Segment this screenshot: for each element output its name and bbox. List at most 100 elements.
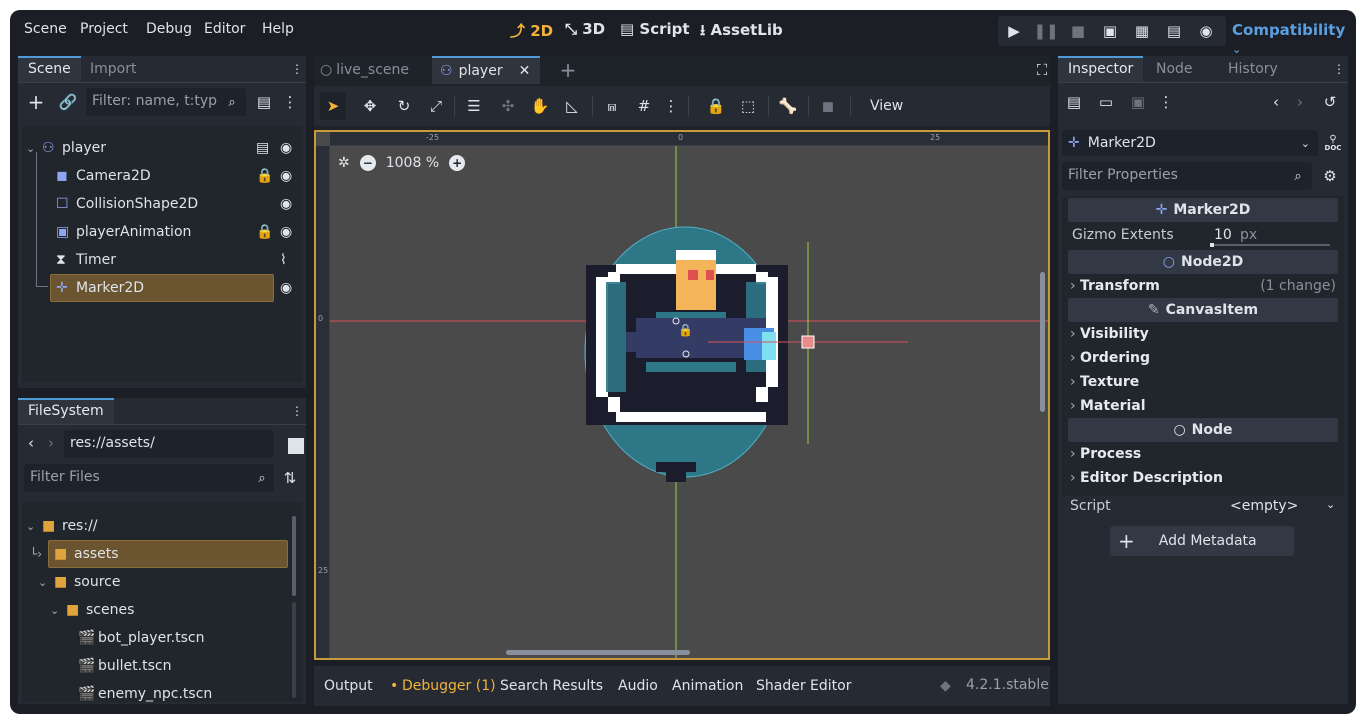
- workspace-2d-button[interactable]: ⤴ 2D: [510, 20, 553, 41]
- prop-visibility[interactable]: › Visibility: [1070, 322, 1336, 346]
- scene-tab-live-scene[interactable]: ○ live_scene: [320, 58, 409, 82]
- sort-icon[interactable]: ⇅: [280, 467, 300, 489]
- dock-menu-icon[interactable]: ⋮: [291, 402, 303, 420]
- workspace-3d-button[interactable]: ⤡ 3D: [565, 20, 605, 38]
- file-item-assets[interactable]: └› ■ assets: [22, 540, 302, 568]
- chevron-down-icon[interactable]: ⌄: [50, 604, 59, 617]
- tab-audio[interactable]: Audio: [618, 678, 658, 694]
- rotate-tool-icon[interactable]: ↻: [394, 94, 414, 118]
- tab-shader-editor[interactable]: Shader Editor: [756, 678, 851, 694]
- tree-item-collisionshape2d[interactable]: ☐ CollisionShape2D ◉: [22, 190, 302, 218]
- new-tab-icon[interactable]: +: [558, 58, 578, 82]
- bone-icon[interactable]: 🦴: [778, 94, 798, 118]
- tree-item-player[interactable]: ⌄ ⚇ player ▤ ◉: [22, 134, 302, 162]
- dock-menu-icon[interactable]: ⋮: [1333, 60, 1345, 78]
- horizontal-scrollbar[interactable]: [506, 650, 690, 655]
- menu-editor[interactable]: Editor: [204, 21, 245, 37]
- script-icon[interactable]: ▤: [256, 140, 269, 156]
- prop-transform[interactable]: › Transform (1 change): [1070, 274, 1336, 298]
- selected-node-bar[interactable]: ✛ Marker2D ⌄: [1062, 130, 1318, 156]
- inspector-menu-icon[interactable]: ⋮: [1159, 90, 1174, 114]
- add-script-icon[interactable]: ▤: [254, 90, 274, 114]
- gizmo-slider-grabber[interactable]: [1210, 243, 1214, 247]
- viewport[interactable]: -25 0 25 0 25 ✲ − 1008 % + 🔒: [314, 130, 1050, 660]
- close-icon[interactable]: ✕: [519, 63, 531, 79]
- pivot-tool-icon[interactable]: ✣: [498, 94, 518, 118]
- visibility-icon[interactable]: ◉: [280, 224, 292, 240]
- menu-help[interactable]: Help: [262, 21, 294, 37]
- move-tool-icon[interactable]: ✥: [360, 94, 380, 118]
- vertical-scrollbar[interactable]: [1040, 272, 1045, 412]
- open-folder-icon[interactable]: ▭: [1096, 90, 1116, 114]
- menu-scene[interactable]: Scene: [24, 21, 67, 37]
- object-history-icon[interactable]: ↺: [1320, 90, 1340, 114]
- history-back-icon[interactable]: ‹: [1268, 90, 1284, 114]
- property-options-icon[interactable]: ⚙: [1320, 164, 1340, 188]
- menu-debug[interactable]: Debug: [146, 21, 192, 37]
- view-menu[interactable]: View: [870, 98, 903, 114]
- scene-menu-icon[interactable]: ⋮: [283, 90, 298, 114]
- grid-snap-icon[interactable]: #: [634, 94, 654, 118]
- open-docs-button[interactable]: ⚲ DOC: [1322, 132, 1344, 154]
- tree-item-timer[interactable]: ⧗ Timer ⌇: [22, 246, 302, 274]
- prop-texture[interactable]: › Texture: [1070, 370, 1336, 394]
- gizmo-extents-field[interactable]: 10 px: [1210, 224, 1332, 248]
- visibility-icon[interactable]: ◉: [280, 168, 292, 184]
- add-node-icon[interactable]: +: [26, 90, 46, 114]
- save-icon[interactable]: ▣: [1128, 90, 1148, 114]
- scale-tool-icon[interactable]: ⤢: [426, 94, 446, 118]
- visibility-icon[interactable]: ◉: [280, 280, 292, 296]
- tree-item-marker2d[interactable]: ✛ Marker2D ◉: [22, 274, 302, 302]
- stop-icon[interactable]: ■: [1068, 20, 1088, 42]
- file-item-enemy-npc[interactable]: 🎬 enemy_npc.tscn: [22, 680, 302, 708]
- marker2d-handle[interactable]: [801, 335, 815, 349]
- file-item-bot-player[interactable]: 🎬 bot_player.tscn: [22, 624, 302, 652]
- tree-item-camera2d[interactable]: ◼ Camera2D 🔒 ◉: [22, 162, 302, 190]
- add-metadata-button[interactable]: + Add Metadata: [1110, 526, 1294, 556]
- tab-scene[interactable]: Scene: [18, 56, 81, 82]
- tab-node[interactable]: Node: [1146, 56, 1203, 82]
- tab-import[interactable]: Import: [80, 56, 146, 82]
- tab-search-results[interactable]: Search Results: [500, 678, 603, 694]
- camera-override-icon[interactable]: ◼: [818, 94, 838, 118]
- file-item-scenes[interactable]: ⌄ ■ scenes: [22, 596, 302, 624]
- snap-options-icon[interactable]: ⋮: [664, 94, 679, 118]
- lock-icon[interactable]: 🔒: [256, 224, 273, 240]
- dock-menu-icon[interactable]: ⋮: [291, 60, 303, 78]
- prop-process[interactable]: › Process: [1070, 442, 1336, 466]
- filter-files-input[interactable]: Filter Files: [24, 464, 274, 492]
- play-icon[interactable]: ▶: [1004, 20, 1024, 42]
- signal-icon[interactable]: ⌇: [280, 252, 287, 268]
- prop-editor-description[interactable]: › Editor Description: [1070, 466, 1336, 490]
- scene-tab-player[interactable]: ⚇ player ✕: [432, 56, 540, 84]
- lock-icon[interactable]: 🔒: [706, 94, 726, 118]
- prop-material[interactable]: › Material: [1070, 394, 1336, 418]
- distraction-free-icon[interactable]: ⛶: [1034, 60, 1050, 80]
- file-item-bullet[interactable]: 🎬 bullet.tscn: [22, 652, 302, 680]
- chevron-down-icon[interactable]: ⌄: [38, 576, 47, 589]
- scene-filter-input[interactable]: Filter: name, t:typ: [86, 88, 246, 116]
- smart-snap-icon[interactable]: ⩎: [602, 94, 622, 118]
- remote-debug-icon[interactable]: ▣: [1100, 20, 1120, 42]
- visibility-icon[interactable]: ◉: [280, 140, 292, 156]
- movie-maker-icon[interactable]: ◉: [1196, 20, 1216, 42]
- file-item-res[interactable]: ⌄ ■ res://: [22, 512, 302, 540]
- play-scene-icon[interactable]: ▦: [1132, 20, 1152, 42]
- script-value[interactable]: <empty>: [1230, 498, 1298, 514]
- pause-icon[interactable]: ❚❚: [1033, 20, 1058, 42]
- tree-item-playeranimation[interactable]: ▣ playerAnimation 🔒 ◉: [22, 218, 302, 246]
- collapse-icon[interactable]: ⌄: [26, 142, 35, 155]
- toggle-split-icon[interactable]: [288, 438, 304, 454]
- tab-inspector[interactable]: Inspector: [1058, 56, 1144, 82]
- group-icon[interactable]: ⬚: [738, 94, 758, 118]
- history-forward-icon[interactable]: ›: [1292, 90, 1308, 114]
- workspace-script-button[interactable]: ▤ Script: [620, 20, 690, 38]
- back-icon[interactable]: ‹: [24, 432, 38, 454]
- menu-project[interactable]: Project: [80, 21, 128, 37]
- filter-properties-input[interactable]: Filter Properties: [1062, 162, 1312, 190]
- renderer-select[interactable]: Compatibility ⌄: [1232, 21, 1356, 57]
- play-custom-scene-icon[interactable]: ▤: [1164, 20, 1184, 42]
- forward-icon[interactable]: ›: [44, 432, 58, 454]
- link-icon[interactable]: 🔗: [58, 90, 78, 114]
- new-resource-icon[interactable]: ▤: [1064, 90, 1084, 114]
